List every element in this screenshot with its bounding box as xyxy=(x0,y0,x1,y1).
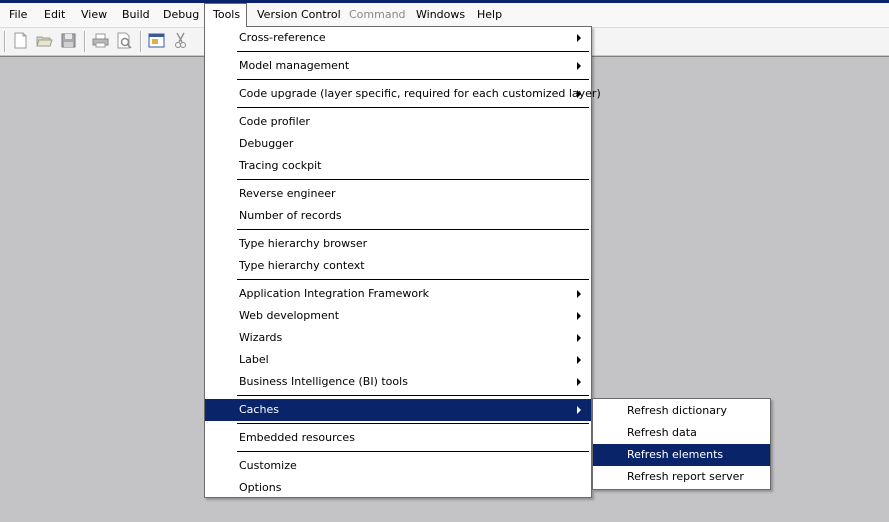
menu-item-tracing-cockpit[interactable]: Tracing cockpit xyxy=(205,155,591,177)
submenu-item-refresh-data[interactable]: Refresh data xyxy=(593,422,770,444)
menu-item-label: Wizards xyxy=(239,331,283,344)
menu-separator xyxy=(237,79,589,80)
submenu-item-refresh-elements[interactable]: Refresh elements xyxy=(593,444,770,466)
menu-separator xyxy=(237,451,589,452)
menu-item-type-hierarchy-context[interactable]: Type hierarchy context xyxy=(205,255,591,277)
menu-item-debugger[interactable]: Debugger xyxy=(205,133,591,155)
submenu-arrow-icon xyxy=(577,378,581,386)
toolbar-separator xyxy=(4,31,6,52)
menu-item-label: Code profiler xyxy=(239,115,310,128)
menu-item-model-management[interactable]: Model management xyxy=(205,55,591,77)
menu-item-cross-reference[interactable]: Cross-reference xyxy=(205,27,591,49)
menu-windows[interactable]: Windows xyxy=(416,3,465,27)
cut-icon[interactable] xyxy=(172,32,189,49)
menu-edit[interactable]: Edit xyxy=(44,3,65,27)
menu-bar: File Edit View Build Debug Tools Version… xyxy=(0,3,889,28)
menu-item-label: Web development xyxy=(239,309,340,322)
menu-item-number-of-records[interactable]: Number of records xyxy=(205,205,591,227)
toolbar-separator xyxy=(140,31,142,52)
menu-item-label: Model management xyxy=(239,59,350,72)
menu-item-embedded-resources[interactable]: Embedded resources xyxy=(205,427,591,449)
menu-item-label: Type hierarchy browser xyxy=(239,237,368,250)
menu-item-label: Code upgrade (layer specific, required f… xyxy=(239,87,601,100)
menu-item-label: Type hierarchy context xyxy=(239,259,365,272)
menu-separator xyxy=(237,179,589,180)
menu-item-label: Debugger xyxy=(239,137,294,150)
menu-version-control[interactable]: Version Control xyxy=(257,3,341,27)
open-folder-icon[interactable] xyxy=(36,32,53,49)
menu-separator xyxy=(237,395,589,396)
submenu-arrow-icon xyxy=(577,290,581,298)
menu-item-label: Number of records xyxy=(239,209,342,222)
submenu-arrow-icon xyxy=(577,356,581,364)
tools-menu: Cross-reference Model management Code up… xyxy=(204,26,601,499)
menu-view[interactable]: View xyxy=(81,3,107,27)
caches-submenu: Refresh dictionary Refresh data Refresh … xyxy=(592,398,771,490)
menu-item-customize[interactable]: Customize xyxy=(205,455,591,477)
submenu-item-label: Refresh report server xyxy=(627,470,744,483)
properties-icon[interactable] xyxy=(148,32,165,49)
menu-item-label: Reverse engineer xyxy=(239,187,336,200)
submenu-arrow-icon xyxy=(577,34,581,42)
menu-item-code-profiler[interactable]: Code profiler xyxy=(205,111,591,133)
menu-debug[interactable]: Debug xyxy=(163,3,199,27)
menu-separator xyxy=(237,51,589,52)
menu-command: Command xyxy=(349,8,406,21)
menu-item-label: Caches xyxy=(239,403,279,416)
submenu-arrow-icon xyxy=(577,334,581,342)
menu-item-label: Label xyxy=(239,353,269,366)
menu-separator xyxy=(237,229,589,230)
menu-item-label: Customize xyxy=(239,459,297,472)
submenu-arrow-icon xyxy=(577,406,581,414)
menu-tools[interactable]: Tools xyxy=(204,3,247,27)
menu-item-bi-tools[interactable]: Business Intelligence (BI) tools xyxy=(205,371,591,393)
menu-item-label: Application Integration Framework xyxy=(239,287,429,300)
menu-item-label-tools[interactable]: Label xyxy=(205,349,591,371)
submenu-item-refresh-dictionary[interactable]: Refresh dictionary xyxy=(593,400,770,422)
menu-item-label: Business Intelligence (BI) tools xyxy=(239,375,408,388)
submenu-item-label: Refresh elements xyxy=(627,448,724,461)
print-icon[interactable] xyxy=(92,32,109,49)
new-document-icon[interactable] xyxy=(12,32,29,49)
menu-separator xyxy=(237,279,589,280)
submenu-item-label: Refresh data xyxy=(627,426,697,439)
menu-item-aif[interactable]: Application Integration Framework xyxy=(205,283,591,305)
menu-file[interactable]: File xyxy=(9,3,27,27)
toolbar-separator xyxy=(84,31,86,52)
menu-item-reverse-engineer[interactable]: Reverse engineer xyxy=(205,183,591,205)
menu-item-label: Cross-reference xyxy=(239,31,326,44)
menu-item-caches[interactable]: Caches xyxy=(205,399,591,421)
submenu-arrow-icon xyxy=(577,90,581,98)
menu-separator xyxy=(237,423,589,424)
menu-item-web-development[interactable]: Web development xyxy=(205,305,591,327)
menu-item-label: Embedded resources xyxy=(239,431,355,444)
menu-item-wizards[interactable]: Wizards xyxy=(205,327,591,349)
submenu-arrow-icon xyxy=(577,62,581,70)
menu-item-type-hierarchy-browser[interactable]: Type hierarchy browser xyxy=(205,233,591,255)
menu-item-options[interactable]: Options xyxy=(205,477,591,499)
menu-build[interactable]: Build xyxy=(122,3,150,27)
menu-separator xyxy=(237,107,589,108)
menu-item-code-upgrade[interactable]: Code upgrade (layer specific, required f… xyxy=(205,83,601,105)
submenu-arrow-icon xyxy=(577,312,581,320)
menu-item-label: Tracing cockpit xyxy=(239,159,322,172)
print-preview-icon[interactable] xyxy=(116,32,133,49)
save-icon[interactable] xyxy=(60,32,77,49)
submenu-item-refresh-report-server[interactable]: Refresh report server xyxy=(593,466,770,488)
menu-item-label: Options xyxy=(239,481,282,494)
menu-help[interactable]: Help xyxy=(477,3,502,27)
submenu-item-label: Refresh dictionary xyxy=(627,404,727,417)
